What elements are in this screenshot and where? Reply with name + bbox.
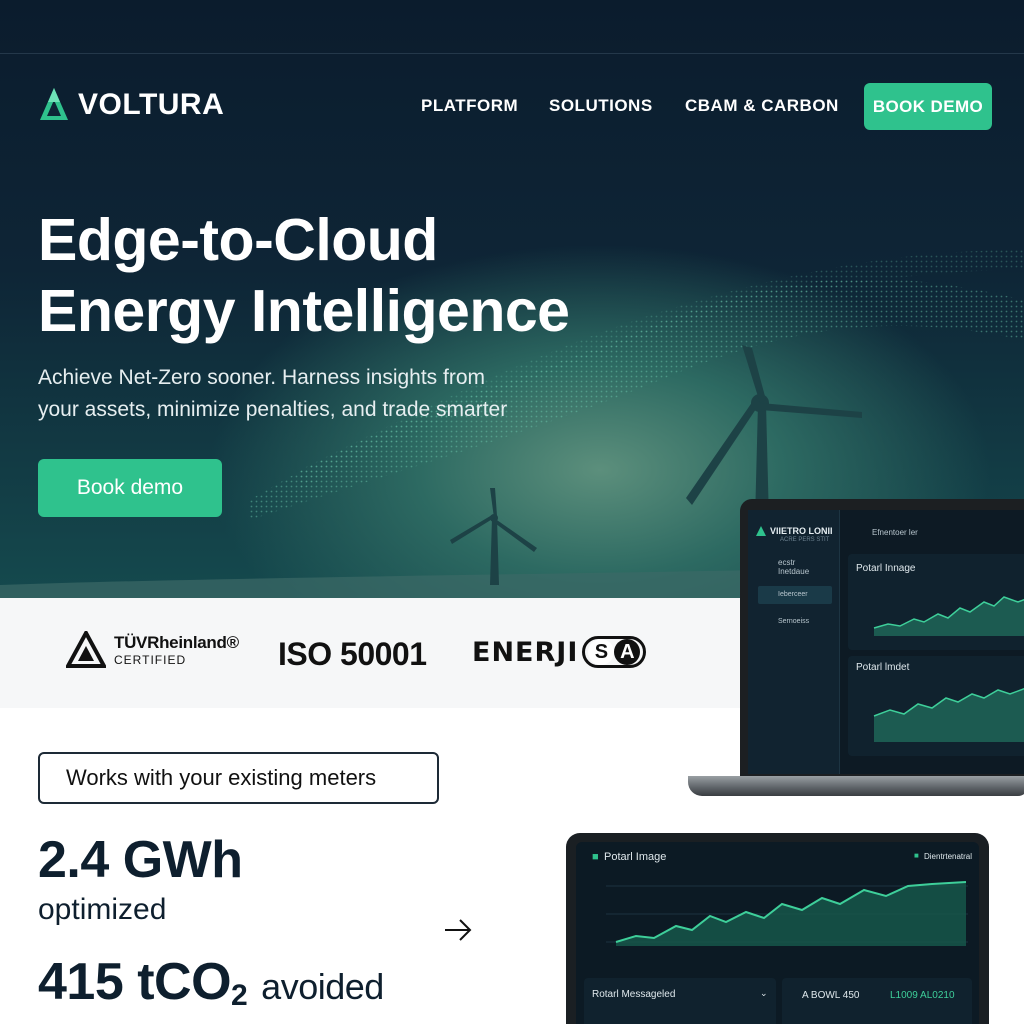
brand-name: VOLTURA (78, 88, 225, 121)
enerjisa-a: A (614, 639, 641, 665)
laptop-charts-svg (873, 596, 1024, 742)
headline-line-2: Energy Intelligence (38, 278, 570, 344)
headline-line-1: Edge-to-Cloud (38, 207, 438, 273)
enerjisa-word: ENERJI (472, 636, 579, 668)
arrow-right-icon[interactable] (442, 914, 474, 946)
chevron-down-icon[interactable]: ⌄ (760, 988, 768, 999)
existing-meters-badge: Works with your existing meters (38, 752, 439, 804)
laptop-base (688, 776, 1024, 796)
tablet-dashboard-screen: ■ Potarl Image ■ Dientrtenatral Rotarl M… (576, 842, 979, 1024)
tuv-triangle-icon (66, 631, 106, 668)
tablet-bottom-left-label: Rotarl Messageled (592, 989, 676, 1000)
tablet-bottom-mid-label: A BOWL 450 (802, 990, 860, 1001)
tuv-certified: CERTIFIED (114, 653, 187, 667)
nav-cbam-carbon[interactable]: CBAM & CARBON (685, 96, 839, 116)
subhead-line-1: Achieve Net-Zero sooner. Harness insight… (38, 366, 486, 389)
tablet-bottom-panel-right (782, 978, 972, 1024)
nav-solutions[interactable]: SOLUTIONS (549, 96, 653, 116)
voltura-logo-icon (40, 88, 68, 120)
nav-platform[interactable]: PLATFORM (421, 96, 518, 116)
hero-headline: Edge-to-Cloud Energy Intelligence (38, 205, 570, 347)
enerjisa-logo: ENERJI S A (472, 636, 647, 668)
laptop-dashboard-screen: VIIETRO LONII ACRE PERS STIT ecstr Inetd… (748, 510, 1024, 774)
energy-stat-label: optimized (38, 893, 167, 926)
book-demo-nav-button[interactable]: BOOK DEMO (864, 83, 992, 130)
subhead-line-2: your assets, minimize penalties, and tra… (38, 398, 508, 421)
hero-subheading: Achieve Net-Zero sooner. Harness insight… (38, 362, 598, 426)
enerjisa-pill: S A (582, 636, 647, 668)
tablet-bottom-panel-left (584, 978, 776, 1024)
tablet-bottom-right-label: L1009 AL0210 (890, 990, 955, 1001)
carbon-subscript: 2 (231, 979, 248, 1012)
enerjisa-s: S (588, 639, 615, 665)
brand-logo[interactable]: VOLTURA (38, 86, 224, 124)
book-demo-hero-button[interactable]: Book demo (38, 459, 222, 517)
iso-50001-logo: ISO 50001 (278, 636, 427, 672)
tuv-rheinland-logo: TÜVRheinland® CERTIFIED (66, 631, 239, 669)
wind-turbine-small (450, 488, 537, 585)
carbon-stat: 415 tCO2 avoided (38, 952, 384, 1013)
energy-stat-value: 2.4 GWh (38, 831, 243, 889)
carbon-stat-value: 415 tCO (38, 953, 232, 1011)
carbon-stat-label: avoided (261, 966, 384, 1007)
tuv-name: TÜVRheinland® (114, 633, 239, 652)
